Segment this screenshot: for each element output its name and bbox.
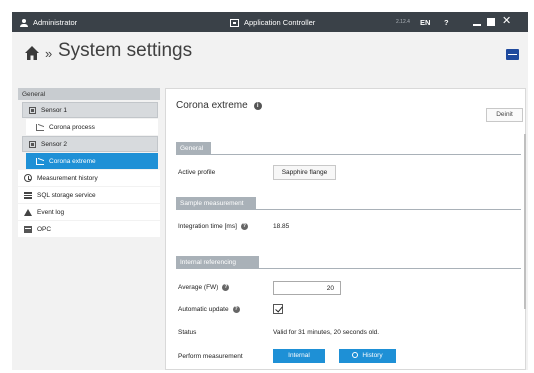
internal-button[interactable]: Internal: [273, 349, 325, 363]
sidebar-item-corona-extreme[interactable]: Corona extreme: [26, 153, 158, 169]
sidebar-item-measurement-history[interactable]: Measurement history: [18, 170, 160, 186]
sidebar-item-corona-process[interactable]: Corona process: [26, 119, 158, 135]
help-icon[interactable]: ?: [232, 306, 240, 313]
sidebar-item-event-log[interactable]: Event log: [18, 204, 160, 220]
sensor-icon: [29, 106, 36, 114]
sidebar-item-sql-storage-service[interactable]: SQL storage service: [18, 187, 160, 203]
panel-title: Corona extreme i: [176, 100, 262, 111]
section-header-internal-referencing: Internal referencing: [176, 256, 259, 268]
home-icon[interactable]: [24, 45, 40, 61]
status-value: Valid for 31 minutes, 20 seconds old.: [273, 329, 380, 336]
brand-logo: [506, 49, 519, 60]
integration-time-label-text: Integration time [ms]: [178, 223, 237, 230]
app-title-text: Application Controller: [244, 18, 316, 27]
deinit-button[interactable]: Deinit: [486, 108, 523, 122]
warning-icon: [24, 208, 32, 216]
section-divider: [176, 154, 521, 155]
sidebar-section-general: General: [18, 88, 160, 100]
integration-time-value: 18.85: [273, 223, 290, 230]
sidebar-item-sensor-1[interactable]: Sensor 1: [22, 102, 158, 118]
database-icon: [24, 191, 32, 199]
status-label: Status: [178, 329, 197, 336]
breadcrumb-separator: »: [45, 46, 53, 61]
section-header-general: General: [176, 142, 211, 154]
title-bar: Administrator Application Controller 2.1…: [12, 12, 528, 32]
scrollbar[interactable]: [524, 134, 526, 309]
sidebar-item-label: Corona extreme: [49, 157, 96, 165]
sidebar-item-label: Sensor 2: [41, 140, 68, 148]
history-icon: [352, 352, 359, 358]
sidebar-item-label: OPC: [37, 225, 52, 233]
sidebar-item-label: Event log: [37, 208, 65, 216]
section-divider: [176, 268, 521, 269]
sidebar-item-sensor-2[interactable]: Sensor 2: [22, 136, 158, 152]
opc-icon: [24, 225, 32, 233]
automatic-update-label-text: Automatic update: [178, 306, 229, 313]
info-icon[interactable]: i: [253, 101, 262, 110]
user-name: Administrator: [33, 18, 78, 27]
help-icon[interactable]: ?: [240, 223, 248, 230]
chart-icon: [36, 157, 44, 165]
close-button[interactable]: ✕: [502, 16, 511, 27]
sensor-icon: [29, 140, 36, 148]
automatic-update-label: Automatic update ?: [178, 306, 240, 313]
section-header-sample-measurement: Sample measurement: [176, 197, 256, 209]
sidebar-item-opc[interactable]: OPC: [18, 221, 160, 237]
history-button-label: History: [362, 352, 383, 359]
maximize-button[interactable]: [487, 18, 495, 26]
application-window: Administrator Application Controller 2.1…: [12, 12, 528, 370]
sidebar-item-label: Corona process: [49, 123, 95, 131]
section-divider: [176, 209, 521, 210]
active-profile-label: Active profile: [178, 169, 216, 176]
average-label: Average (FW) ?: [178, 284, 230, 291]
active-profile-button[interactable]: Sapphire flange: [273, 165, 336, 180]
history-icon: [24, 174, 32, 182]
language-selector[interactable]: EN: [420, 18, 430, 27]
page-title: System settings: [58, 40, 193, 61]
settings-panel: Corona extreme i Deinit General Active p…: [165, 88, 526, 370]
minimize-button[interactable]: [473, 24, 481, 26]
average-input[interactable]: [273, 281, 341, 295]
automatic-update-checkbox[interactable]: [273, 304, 283, 314]
chart-icon: [36, 123, 44, 131]
sidebar-item-label: SQL storage service: [37, 191, 96, 199]
app-title: Application Controller: [230, 18, 315, 27]
application-icon: [230, 18, 239, 27]
help-button[interactable]: ?: [444, 18, 449, 27]
sidebar-item-label: Measurement history: [37, 174, 98, 182]
sidebar-item-label: Sensor 1: [41, 106, 68, 114]
help-icon[interactable]: ?: [222, 284, 230, 291]
perform-measurement-label: Perform measurement: [178, 353, 243, 360]
user-icon: [20, 18, 28, 27]
sidebar: General Sensor 1 Corona process Sensor 2…: [18, 88, 160, 370]
current-user[interactable]: Administrator: [20, 18, 77, 27]
integration-time-label: Integration time [ms] ?: [178, 223, 248, 230]
average-label-text: Average (FW): [178, 284, 219, 291]
version-label: 2.12.4: [396, 19, 410, 25]
panel-title-text: Corona extreme: [176, 100, 248, 111]
history-button[interactable]: History: [339, 349, 396, 363]
